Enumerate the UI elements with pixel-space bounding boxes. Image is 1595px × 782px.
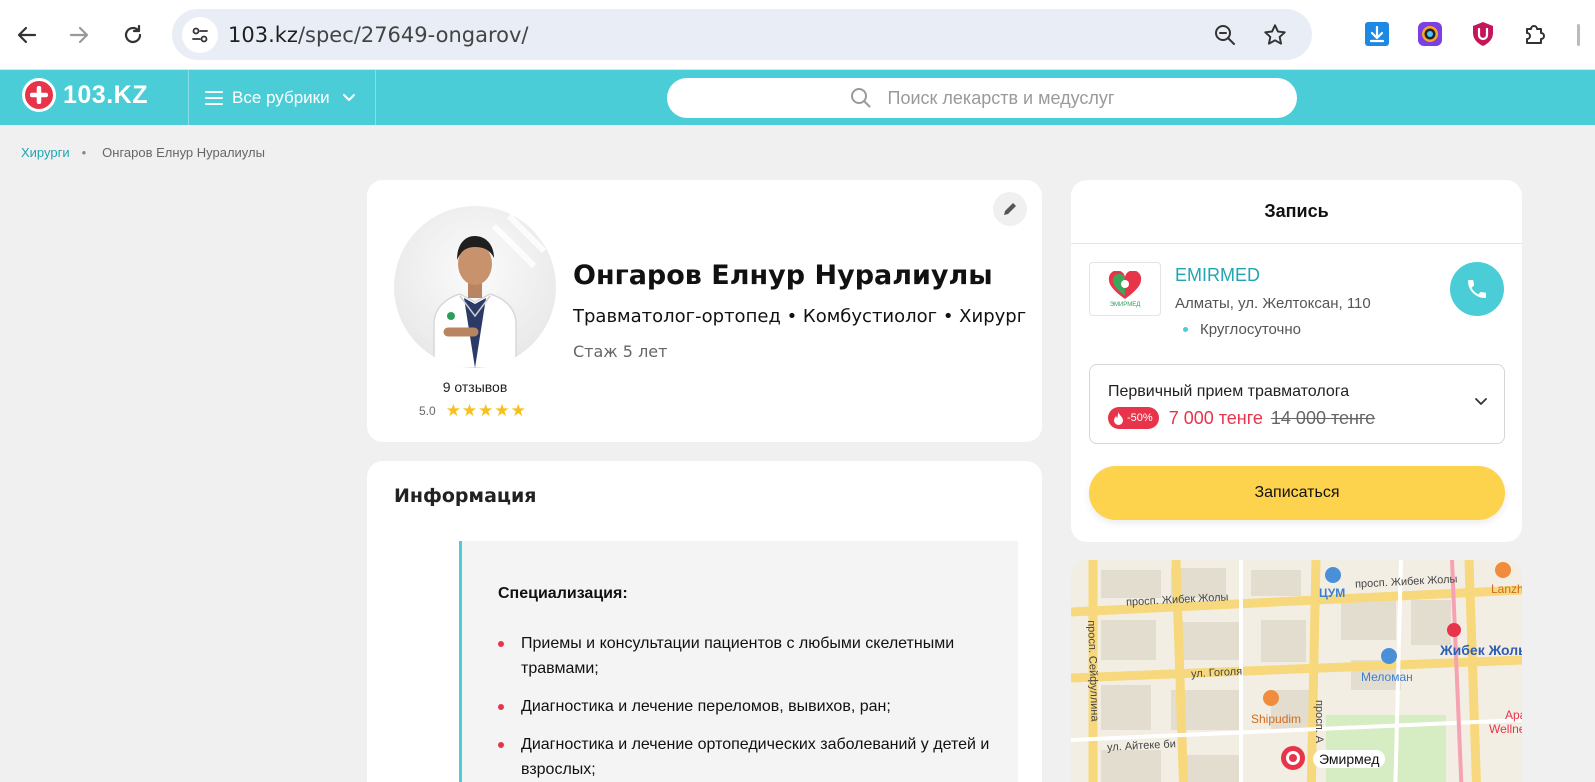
doctor-name: Онгаров Елнур Нуралиулы — [573, 260, 993, 291]
booking-card: Запись ЭМИРМЕД EMIRMED Алматы, ул. Желто… — [1071, 180, 1522, 542]
clinic-name-link[interactable]: EMIRMED — [1175, 265, 1260, 286]
booking-title: Запись — [1071, 180, 1522, 244]
shield-icon — [1473, 22, 1493, 46]
arrow-left-icon — [17, 26, 37, 44]
reload-icon — [124, 24, 142, 44]
breadcrumb-separator: • — [81, 145, 87, 160]
puzzle-icon — [1526, 25, 1545, 44]
rating-row: 5.0 ★★★★★ — [419, 401, 527, 421]
doctor-profile-card: 9 отзывов 5.0 ★★★★★ Онгаров Елнур Нурали… — [367, 180, 1042, 442]
price-old: 14 000 тенге — [1270, 407, 1376, 428]
discount-value: -50% — [1127, 412, 1153, 424]
map-poi-label: Ара — [1505, 708, 1522, 722]
forward-button[interactable] — [63, 19, 95, 51]
call-button[interactable] — [1450, 262, 1504, 316]
rubrics-menu-button[interactable]: Все рубрики — [205, 70, 356, 125]
phone-icon — [1468, 280, 1486, 298]
map-street-label: просп. А — [1313, 700, 1325, 744]
rating-stars-icon: ★★★★★ — [445, 401, 527, 420]
edit-button[interactable] — [993, 192, 1027, 226]
tune-icon — [192, 27, 208, 43]
service-name: Первичный прием травматолога — [1108, 383, 1350, 400]
map-poi-label: ЦУМ — [1319, 586, 1346, 600]
zoom-out-icon — [1215, 25, 1235, 45]
doctor-photo — [433, 213, 547, 368]
specialization-title: Специализация: — [498, 585, 628, 602]
price-row: -50% 7 000 тенге 14 000 тенге — [1108, 407, 1375, 429]
breadcrumb-link-surgeons[interactable]: Хирурги — [21, 145, 70, 160]
reviews-count[interactable]: 9 отзывов — [394, 379, 556, 395]
info-title: Информация — [394, 485, 537, 507]
clinic-map[interactable]: просп. Сейфуллина просп. Жибек Жолы прос… — [1071, 560, 1522, 782]
clinic-hours-label: Круглосуточно — [1200, 321, 1301, 338]
browser-toolbar: 103.kz/spec/27649-ongarov/ — [0, 0, 1595, 70]
url-domain: 103.kz — [228, 23, 298, 47]
search-placeholder: Поиск лекарств и медуслуг — [887, 87, 1115, 108]
color-picker-extension[interactable] — [1415, 19, 1445, 49]
breadcrumb-current: Онгаров Елнур Нуралиулы — [102, 145, 265, 160]
toolbar-divider — [1577, 24, 1580, 46]
arrow-right-icon — [69, 26, 89, 44]
download-extension[interactable] — [1362, 19, 1392, 49]
url-text[interactable]: 103.kz/spec/27649-ongarov/ — [228, 23, 529, 47]
breadcrumb: Хирурги • Онгаров Елнур Нуралиулы — [21, 145, 265, 160]
site-logo[interactable]: 103.KZ — [22, 78, 148, 112]
site-header: 103.KZ Все рубрики Поиск лекарств и меду… — [0, 70, 1595, 125]
status-dot-icon — [1183, 327, 1188, 332]
search-input[interactable]: Поиск лекарств и медуслуг — [667, 78, 1297, 118]
map-clinic-pin-label: Эмирмед — [1313, 750, 1386, 768]
list-item: Диагностика и лечение переломов, вывихов… — [498, 694, 998, 719]
heart-logo-icon — [1108, 270, 1142, 299]
clinic-logo[interactable]: ЭМИРМЕД — [1089, 262, 1161, 316]
specialization-list: Приемы и консультации пациентов с любыми… — [498, 631, 998, 782]
bookmark-button[interactable] — [1262, 22, 1288, 53]
site-info-button[interactable] — [182, 17, 218, 53]
extensions-button[interactable] — [1520, 19, 1550, 49]
search-icon — [850, 88, 871, 108]
doctor-experience: Стаж 5 лет — [573, 342, 668, 361]
discount-badge: -50% — [1108, 407, 1159, 429]
map-metro-label: Жибек Жолы — [1440, 642, 1522, 658]
flame-icon — [1114, 411, 1123, 425]
doctor-avatar — [394, 206, 556, 368]
chevron-down-icon — [342, 93, 355, 101]
cross-icon — [22, 78, 56, 112]
color-wheel-icon — [1418, 22, 1442, 46]
back-button[interactable] — [11, 19, 43, 51]
address-bar[interactable]: 103.kz/spec/27649-ongarov/ — [172, 9, 1312, 60]
zoom-button[interactable] — [1212, 22, 1238, 53]
price-new: 7 000 тенге — [1168, 407, 1263, 428]
rating-value: 5.0 — [419, 404, 436, 418]
logo-text: 103.KZ — [63, 80, 148, 109]
doctor-specialties: Травматолог-ортопед • Комбустиолог • Хир… — [573, 306, 1027, 327]
star-outline-icon — [1264, 24, 1286, 45]
book-appointment-button[interactable]: Записаться — [1089, 466, 1505, 520]
map-poi-label: Lanzho — [1491, 582, 1522, 596]
url-path: /spec/27649-ongarov/ — [297, 23, 529, 47]
rubrics-label: Все рубрики — [232, 87, 330, 107]
info-card: Информация Специализация: Приемы и консу… — [367, 461, 1042, 782]
list-item: Диагностика и лечение ортопедических заб… — [498, 732, 998, 782]
map-poi-label: Wellne — [1489, 722, 1522, 736]
menu-icon — [205, 90, 223, 105]
reload-button[interactable] — [117, 19, 149, 51]
clinic-hours: Круглосуточно — [1183, 321, 1301, 338]
specialization-block: Специализация: Приемы и консультации пац… — [459, 541, 1018, 782]
pencil-icon — [1004, 203, 1016, 215]
list-item: Приемы и консультации пациентов с любыми… — [498, 631, 998, 681]
service-select[interactable]: Первичный прием травматолога -50% 7 000 … — [1089, 364, 1505, 444]
download-icon — [1365, 22, 1389, 46]
map-poi-label: Shipudim — [1251, 712, 1302, 726]
chevron-down-icon — [1475, 398, 1487, 405]
clinic-address: Алматы, ул. Желтоксан, 110 — [1175, 295, 1371, 312]
map-poi-label: Меломан — [1361, 670, 1413, 684]
header-divider — [188, 70, 189, 125]
header-divider — [375, 70, 376, 125]
ublock-extension[interactable] — [1468, 19, 1498, 49]
clinic-logo-text: ЭМИРМЕД — [1109, 301, 1141, 308]
